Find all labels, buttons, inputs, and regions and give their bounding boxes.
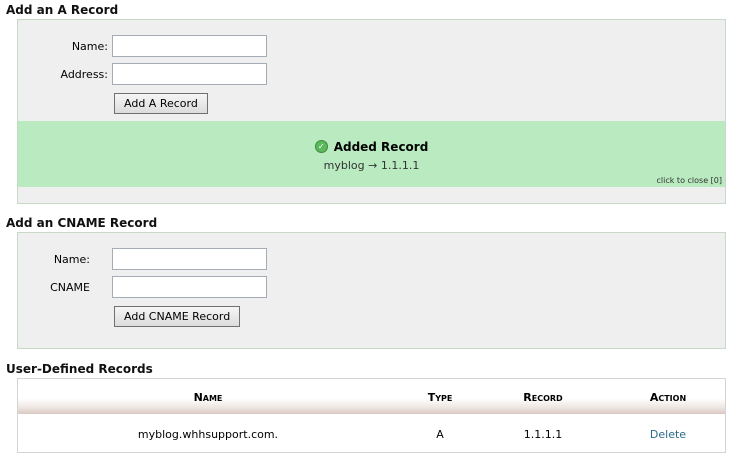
column-header-record[interactable]: Record xyxy=(508,391,578,404)
user-records-table: Name Type Record Action myblog.whhsuppor… xyxy=(17,378,726,453)
a-record-name-label: Name: xyxy=(71,40,108,53)
a-record-section-title: Add an A Record xyxy=(6,3,119,17)
success-notice: ✓ Added Record myblog → 1.1.1.1 click to … xyxy=(18,121,725,187)
a-record-name-input[interactable] xyxy=(112,35,267,57)
column-header-name[interactable]: Name xyxy=(148,391,268,404)
cname-record-cname-label: CNAME xyxy=(50,281,90,294)
user-records-section-title: User-Defined Records xyxy=(6,362,153,376)
a-record-address-label: Address: xyxy=(60,68,108,81)
success-notice-title: Added Record xyxy=(333,140,429,154)
a-record-panel: Name: Address: Add A Record ✓ Added Recor… xyxy=(17,19,726,204)
add-a-record-button[interactable]: Add A Record xyxy=(114,93,208,114)
success-notice-heading: ✓ Added Record xyxy=(18,140,725,154)
cname-record-panel: Name: CNAME Add CNAME Record xyxy=(17,232,726,349)
delete-record-link[interactable]: Delete xyxy=(633,428,703,441)
column-header-action[interactable]: Action xyxy=(633,391,703,404)
cname-record-cname-input[interactable] xyxy=(112,276,267,298)
cname-record-name-input[interactable] xyxy=(112,248,267,270)
add-cname-record-button[interactable]: Add CNAME Record xyxy=(114,306,241,327)
success-notice-detail: myblog → 1.1.1.1 xyxy=(323,159,420,172)
cname-record-section-title: Add an CNAME Record xyxy=(6,216,158,230)
table-header: Name Type Record Action xyxy=(18,379,725,414)
row-name-cell: myblog.whhsupport.com. xyxy=(137,428,279,441)
close-notice-link[interactable]: click to close [0] xyxy=(657,176,722,185)
column-header-type[interactable]: Type xyxy=(410,391,470,404)
row-type-cell: A xyxy=(436,428,444,441)
check-circle-icon: ✓ xyxy=(314,140,328,153)
row-record-cell: 1.1.1.1 xyxy=(523,428,563,441)
cname-record-name-label: Name: xyxy=(53,253,90,266)
a-record-address-input[interactable] xyxy=(112,63,267,85)
